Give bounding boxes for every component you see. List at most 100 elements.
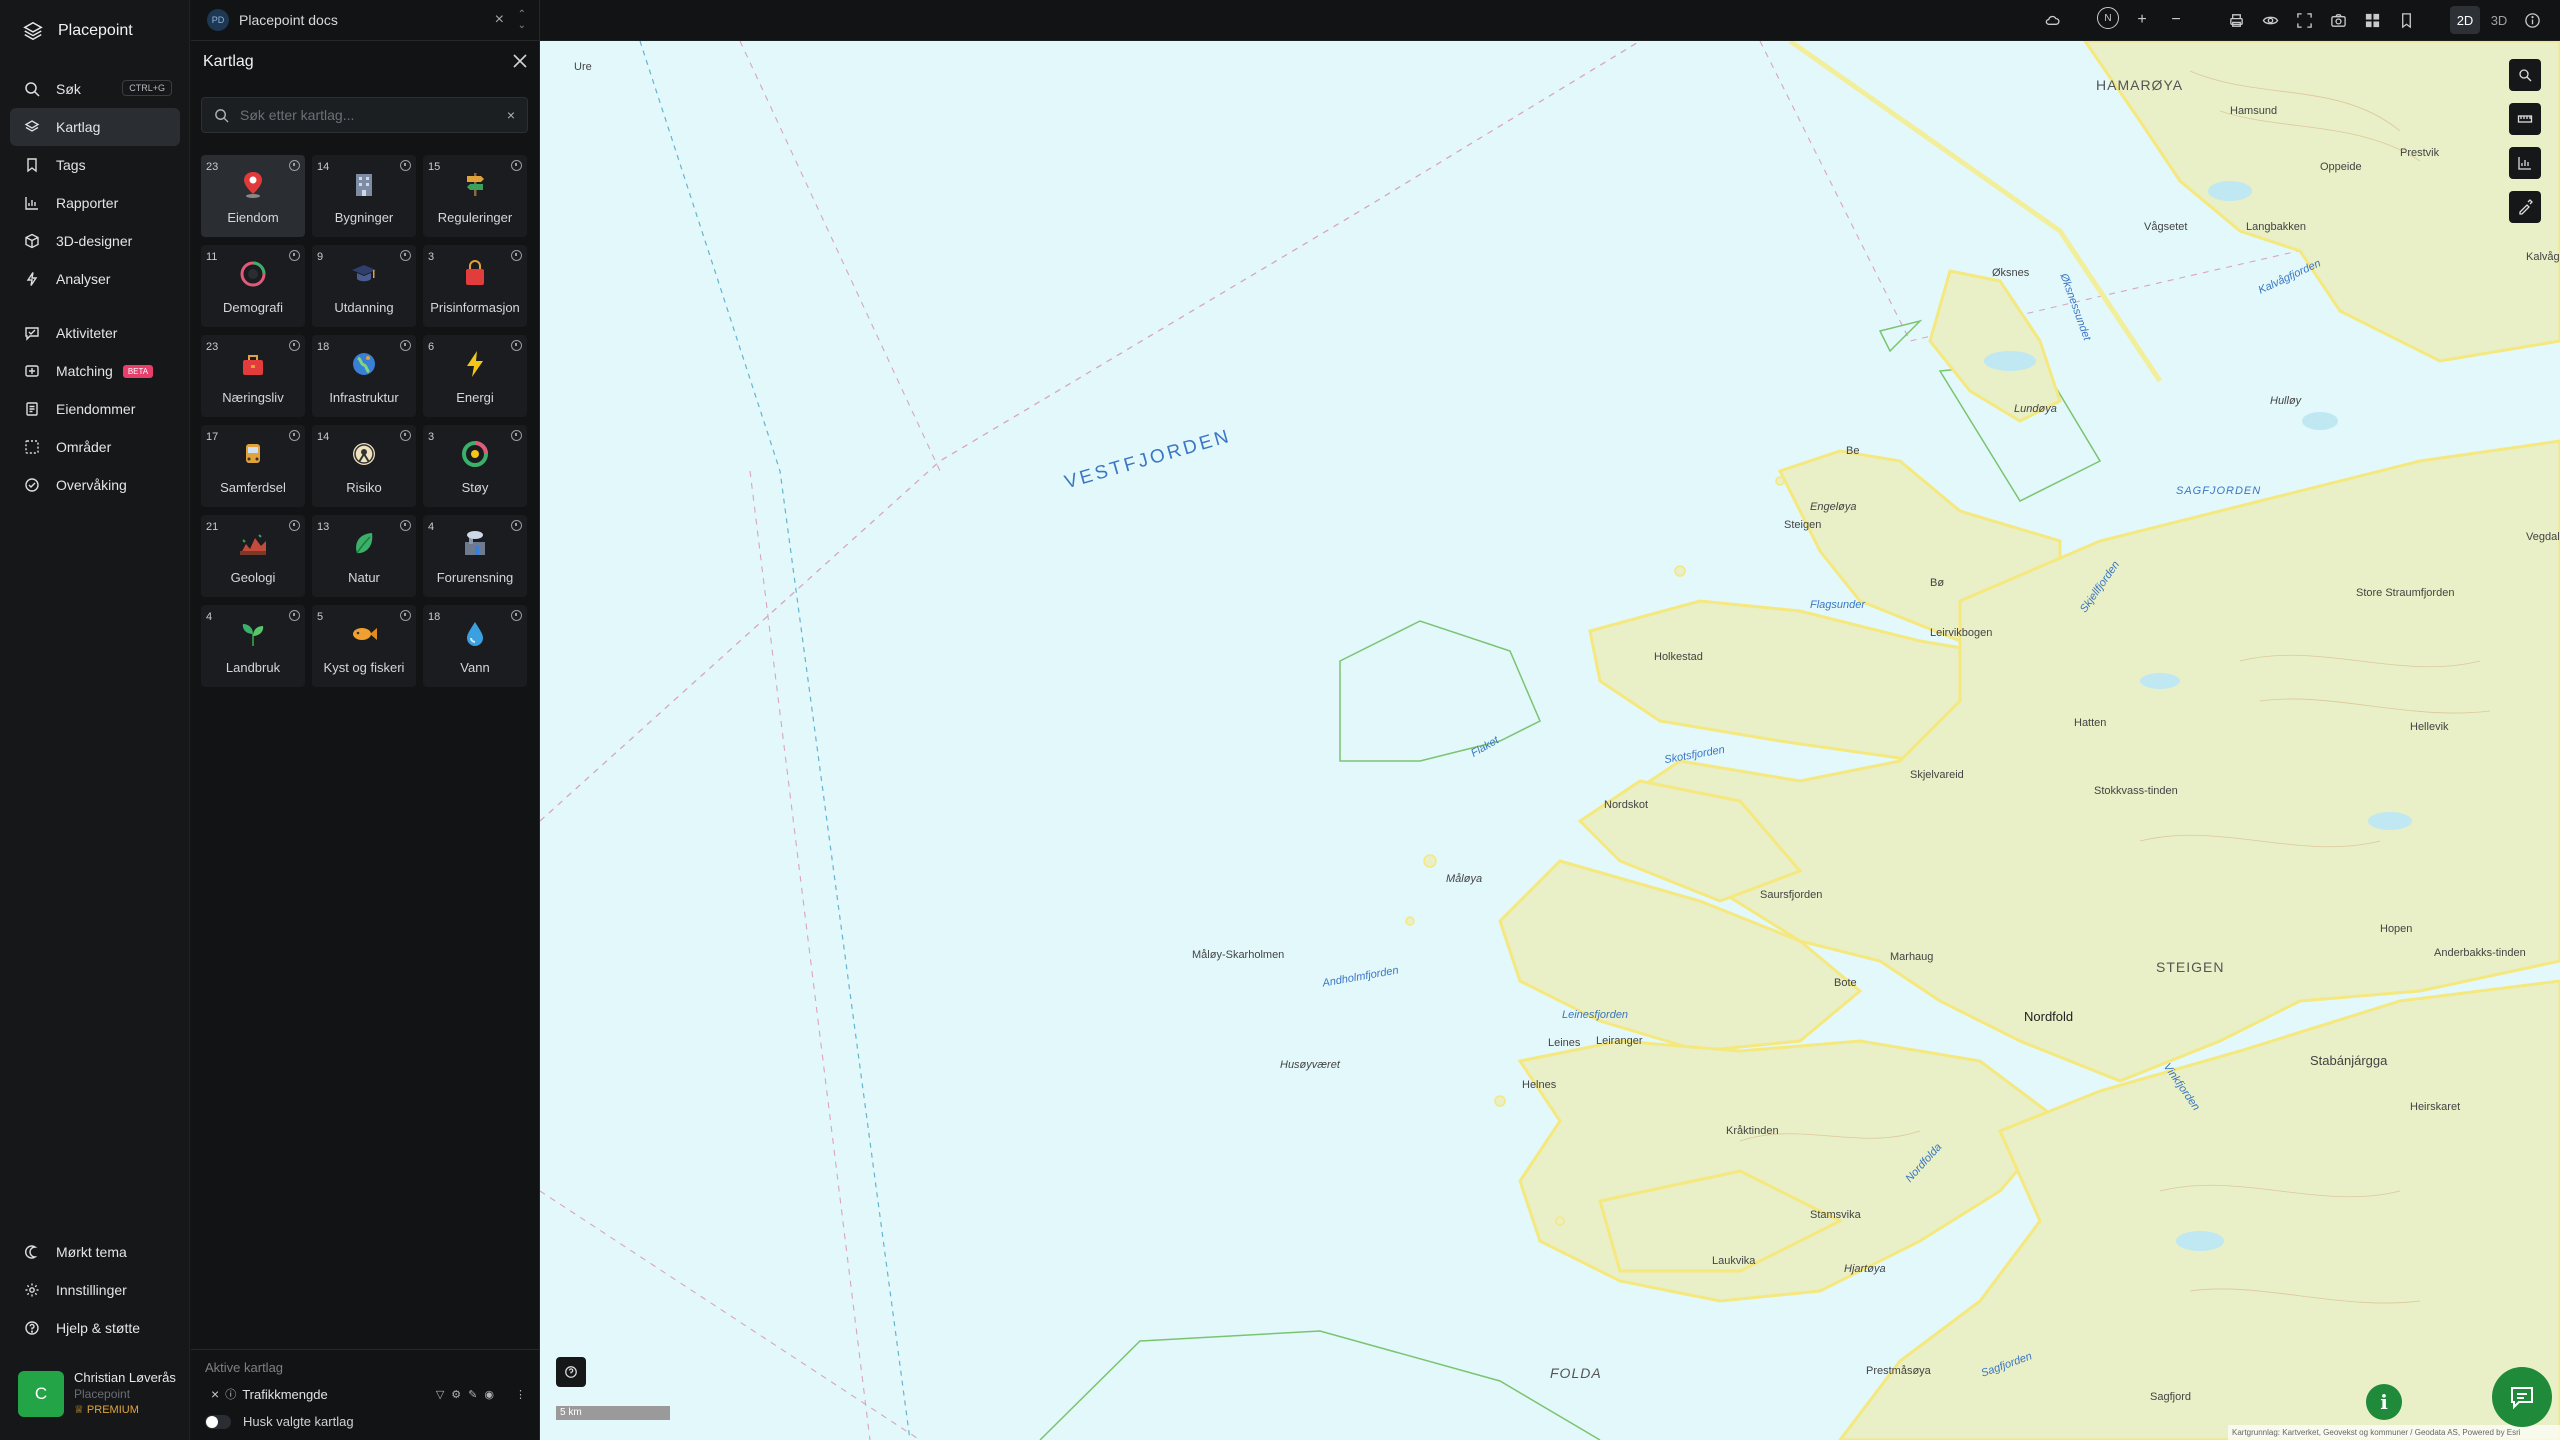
map-label-ure: Ure [574,61,592,73]
more-icon[interactable]: ⋮ [515,1388,526,1401]
nav-item-help[interactable]: Hjelp & støtte [10,1309,180,1347]
map-tool-chart-button[interactable] [2509,147,2541,179]
help-icon[interactable] [511,520,522,531]
remove-layer-icon[interactable]: × [211,1386,219,1402]
nav-item-rapporter[interactable]: Rapporter [10,184,180,222]
map-label-skjelvareid: Skjelvareid [1910,769,1964,781]
settings-icon[interactable]: ⚙ [451,1388,461,1401]
nav-item-matching[interactable]: Matching BETA [10,352,180,390]
help-icon[interactable] [511,430,522,441]
nav-item-omrader[interactable]: Områder [10,428,180,466]
close-tab-icon[interactable]: × [495,11,504,29]
map-tool-measure-button[interactable] [2509,103,2541,135]
nav-item-dark-theme[interactable]: Mørkt tema [10,1233,180,1271]
layer-search-input[interactable] [240,98,490,132]
map-toolbar: N + − 2D 3D [540,0,2560,41]
docs-tab[interactable]: PD Placepoint docs × ⌃ ⌄ [191,0,540,41]
weather-button[interactable] [2040,10,2064,30]
help-icon[interactable] [289,520,300,531]
help-icon[interactable] [400,520,411,531]
layer-category-demografi[interactable]: 11 Demografi [201,245,305,327]
help-icon[interactable] [511,160,522,171]
zoom-in-button[interactable]: + [2130,10,2154,30]
layer-category-kyst-og-fiskeri[interactable]: 5 Kyst og fiskeri [312,605,416,687]
layer-category-støy[interactable]: 3 Støy [423,425,527,507]
nav-item-tags[interactable]: Tags [10,146,180,184]
view-button[interactable] [2258,10,2282,30]
nav-item-sok[interactable]: Søk CTRL+G [10,70,180,108]
help-icon[interactable] [511,610,522,621]
help-icon[interactable] [400,430,411,441]
layer-category-infrastruktur[interactable]: 18 Infrastruktur [312,335,416,417]
brand[interactable]: Placepoint [22,20,133,42]
fullscreen-button[interactable] [2292,10,2316,30]
help-icon[interactable] [400,160,411,171]
help-icon[interactable] [400,610,411,621]
layer-category-risiko[interactable]: 14 Risiko [312,425,416,507]
help-icon[interactable] [289,430,300,441]
help-icon[interactable] [400,250,411,261]
mode-3d-button[interactable]: 3D [2484,6,2514,34]
remember-toggle[interactable] [205,1414,231,1429]
nav-item-eiendommer[interactable]: Eiendommer [10,390,180,428]
layer-category-prisinformasjon[interactable]: 3 Prisinformasjon [423,245,527,327]
layer-category-vann[interactable]: 18 Vann [423,605,527,687]
layer-category-reguleringer[interactable]: 15 Reguleringer [423,155,527,237]
screenshot-button[interactable] [2326,10,2350,30]
layer-category-bygninger[interactable]: 14 Bygninger [312,155,416,237]
layer-category-samferdsel[interactable]: 17 Samferdsel [201,425,305,507]
help-icon[interactable] [289,340,300,351]
nav-item-settings[interactable]: Innstillinger [10,1271,180,1309]
user-profile[interactable]: C Christian Løverås Placepoint ♕ PREMIUM [18,1370,176,1418]
help-icon[interactable] [511,340,522,351]
map-tool-layers-button[interactable] [2509,59,2541,91]
layer-category-eiendom[interactable]: 23 Eiendom [201,155,305,237]
help-icon[interactable] [289,250,300,261]
map-tool-draw-button[interactable] [2509,191,2541,223]
nav-item-label: Hjelp & støtte [56,1320,141,1336]
map-info-button[interactable]: i [2366,1384,2402,1420]
chat-button[interactable] [2492,1367,2552,1427]
nav-item-analyser[interactable]: Analyser [10,260,180,298]
layer-category-landbruk[interactable]: 4 Landbruk [201,605,305,687]
zoom-out-button[interactable]: − [2164,10,2188,30]
help-icon[interactable] [400,340,411,351]
map-label-hamaroy: HAMARØYA [2096,77,2184,93]
brand-name: Placepoint [58,22,133,39]
nav-list: Søk CTRL+G Kartlag Tags Rapporter 3D-des… [10,70,180,504]
print-button[interactable] [2224,10,2248,30]
map-help-button[interactable] [556,1357,586,1387]
nav-item-aktiviteter[interactable]: Aktiviteter [10,314,180,352]
edit-icon[interactable]: ✎ [468,1388,477,1401]
help-icon[interactable] [511,250,522,261]
layer-category-geologi[interactable]: 21 Geologi [201,515,305,597]
layer-category-næringsliv[interactable]: 23 Næringsliv [201,335,305,417]
visibility-icon[interactable]: ◉ [484,1388,494,1401]
compass-button[interactable]: N [2096,7,2120,29]
clear-search-icon[interactable]: × [507,107,515,123]
help-icon[interactable] [289,610,300,621]
nav-item-3d-designer[interactable]: 3D-designer [10,222,180,260]
grid-view-button[interactable] [2360,10,2384,30]
expand-tab-icon[interactable]: ⌃ ⌄ [518,9,526,31]
nav-item-kartlag[interactable]: Kartlag [10,108,180,146]
bookmark-button[interactable] [2394,10,2418,30]
layer-category-natur[interactable]: 13 Natur [312,515,416,597]
info-icon[interactable]: ⓘ [225,1386,236,1402]
layer-category-utdanning[interactable]: 9 Utdanning [312,245,416,327]
map-label-nordfold: Nordfold [2024,1009,2074,1024]
nav-bottom: Mørkt tema Innstillinger Hjelp & støtte [10,1233,180,1347]
mode-2d-button[interactable]: 2D [2450,6,2480,34]
close-panel-icon[interactable] [509,50,531,72]
map-label-sagfjorden: SAGFJORDEN [2176,485,2262,497]
info-button[interactable] [2520,10,2544,30]
eye-icon [2262,16,2278,24]
layer-category-energi[interactable]: 6 Energi [423,335,527,417]
layer-category-forurensning[interactable]: 4 Forurensning [423,515,527,597]
filter-icon[interactable]: ▽ [436,1388,444,1401]
help-icon[interactable] [289,160,300,171]
nav-item-overvaking[interactable]: Overvåking [10,466,180,504]
remember-layers[interactable]: Husk valgte kartlag [205,1414,354,1429]
map-canvas[interactable]: VESTFJORDEN HAMARØYA STEIGEN FOLDA SAGFJ… [540,41,2560,1440]
active-layer-row[interactable]: × ⓘ Trafikkmengde ▽ ⚙ ✎ ◉ ⋮ [211,1380,526,1408]
